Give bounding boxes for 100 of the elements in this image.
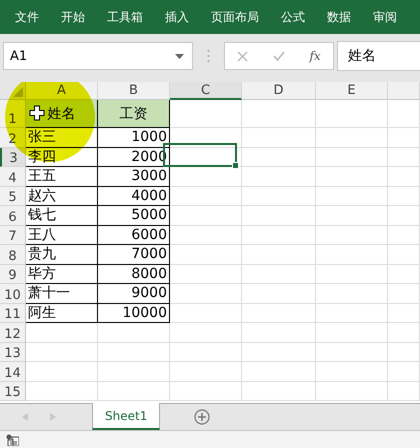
empty-cell[interactable] xyxy=(316,148,388,167)
empty-cell[interactable] xyxy=(242,128,316,148)
row-header[interactable]: 5 xyxy=(0,186,26,206)
ribbon-tab[interactable]: 审阅 xyxy=(373,8,397,26)
empty-cell[interactable] xyxy=(388,245,420,264)
empty-cell[interactable] xyxy=(98,382,170,401)
empty-cell[interactable] xyxy=(388,148,420,167)
ribbon-tab[interactable]: 开始 xyxy=(61,8,85,26)
empty-cell[interactable] xyxy=(388,128,420,148)
dropdown-caret-icon[interactable] xyxy=(175,54,184,58)
check-icon[interactable] xyxy=(272,51,285,61)
empty-cell[interactable] xyxy=(316,167,388,186)
empty-cell[interactable] xyxy=(242,186,316,206)
row-header[interactable]: 13 xyxy=(0,342,26,362)
empty-cell[interactable] xyxy=(242,206,316,226)
empty-cell[interactable] xyxy=(388,382,420,401)
ribbon-tab[interactable]: 公式 xyxy=(281,8,305,26)
row-header[interactable]: 15 xyxy=(0,382,26,401)
ribbon-tab[interactable]: 插入 xyxy=(165,8,189,26)
empty-cell[interactable] xyxy=(242,264,316,284)
empty-cell[interactable] xyxy=(98,323,170,342)
row-header[interactable]: 12 xyxy=(0,323,26,342)
row-header[interactable]: 10 xyxy=(0,284,26,304)
empty-cell[interactable] xyxy=(316,304,388,323)
empty-cell[interactable] xyxy=(316,323,388,342)
row-header[interactable]: 6 xyxy=(0,206,26,226)
empty-cell[interactable] xyxy=(242,167,316,186)
empty-cell[interactable] xyxy=(170,167,242,186)
empty-cell[interactable] xyxy=(242,323,316,342)
empty-cell[interactable] xyxy=(170,186,242,206)
empty-cell[interactable] xyxy=(242,342,316,362)
empty-cell[interactable] xyxy=(170,284,242,304)
ribbon-tab[interactable]: 数据 xyxy=(327,8,351,26)
empty-cell[interactable] xyxy=(388,362,420,382)
empty-cell[interactable] xyxy=(242,362,316,382)
row-header[interactable]: 3 xyxy=(0,148,26,167)
name-box[interactable]: A1 xyxy=(3,42,193,70)
empty-cell[interactable] xyxy=(170,382,242,401)
column-header[interactable]: C xyxy=(170,82,242,100)
empty-cell[interactable] xyxy=(242,382,316,401)
empty-cell[interactable] xyxy=(316,342,388,362)
empty-cell[interactable] xyxy=(388,264,420,284)
empty-cell[interactable] xyxy=(316,264,388,284)
empty-cell[interactable] xyxy=(388,186,420,206)
empty-cell[interactable] xyxy=(98,342,170,362)
empty-cell[interactable] xyxy=(170,342,242,362)
empty-cell[interactable] xyxy=(316,128,388,148)
empty-cell[interactable] xyxy=(388,304,420,323)
empty-cell[interactable] xyxy=(170,226,242,245)
empty-cell[interactable] xyxy=(170,362,242,382)
empty-cell[interactable] xyxy=(242,304,316,323)
empty-cell[interactable] xyxy=(316,226,388,245)
row-header[interactable]: 7 xyxy=(0,226,26,245)
row-header[interactable]: 11 xyxy=(0,304,26,323)
empty-cell[interactable] xyxy=(388,284,420,304)
next-sheet-icon[interactable] xyxy=(50,413,56,421)
formula-input[interactable]: 姓名 xyxy=(337,41,420,71)
cancel-icon[interactable] xyxy=(237,50,248,62)
empty-cell[interactable] xyxy=(316,362,388,382)
empty-cell[interactable] xyxy=(388,342,420,362)
row-header[interactable]: 4 xyxy=(0,167,26,186)
empty-cell[interactable] xyxy=(170,206,242,226)
empty-cell[interactable] xyxy=(242,226,316,245)
add-sheet-icon[interactable] xyxy=(194,409,210,425)
empty-cell[interactable] xyxy=(316,245,388,264)
ribbon-tab[interactable]: 文件 xyxy=(15,8,39,26)
column-header[interactable] xyxy=(388,82,420,100)
ribbon-tab[interactable]: 工具箱 xyxy=(107,8,143,26)
empty-cell[interactable] xyxy=(316,186,388,206)
previous-sheet-icon[interactable] xyxy=(22,413,28,421)
row-header[interactable]: 8 xyxy=(0,245,26,264)
sheet-tab[interactable]: Sheet1 xyxy=(92,403,160,430)
empty-cell[interactable] xyxy=(242,100,316,128)
empty-cell[interactable] xyxy=(316,100,388,128)
ribbon-tab[interactable]: 页面布局 xyxy=(211,8,259,26)
macro-record-icon[interactable] xyxy=(6,434,19,446)
column-header[interactable]: E xyxy=(316,82,388,100)
empty-cell[interactable] xyxy=(242,284,316,304)
insert-function-button[interactable]: fx xyxy=(309,49,321,63)
empty-cell[interactable] xyxy=(170,128,242,148)
empty-cell[interactable] xyxy=(388,226,420,245)
column-header[interactable]: B xyxy=(98,82,170,100)
empty-cell[interactable] xyxy=(388,167,420,186)
empty-cell[interactable] xyxy=(388,206,420,226)
empty-cell[interactable] xyxy=(388,323,420,342)
drag-handle-icon[interactable] xyxy=(207,49,210,63)
empty-cell[interactable] xyxy=(170,323,242,342)
empty-cell[interactable] xyxy=(388,100,420,128)
empty-cell[interactable] xyxy=(170,245,242,264)
row-header[interactable]: 9 xyxy=(0,264,26,284)
column-header[interactable]: D xyxy=(242,82,316,100)
empty-cell[interactable] xyxy=(316,206,388,226)
empty-cell[interactable] xyxy=(170,264,242,284)
empty-cell[interactable] xyxy=(98,362,170,382)
row-header[interactable]: 14 xyxy=(0,362,26,382)
empty-cell[interactable] xyxy=(316,382,388,401)
empty-cell[interactable] xyxy=(242,148,316,167)
empty-cell[interactable] xyxy=(170,304,242,323)
empty-cell[interactable] xyxy=(242,245,316,264)
empty-cell[interactable] xyxy=(316,284,388,304)
